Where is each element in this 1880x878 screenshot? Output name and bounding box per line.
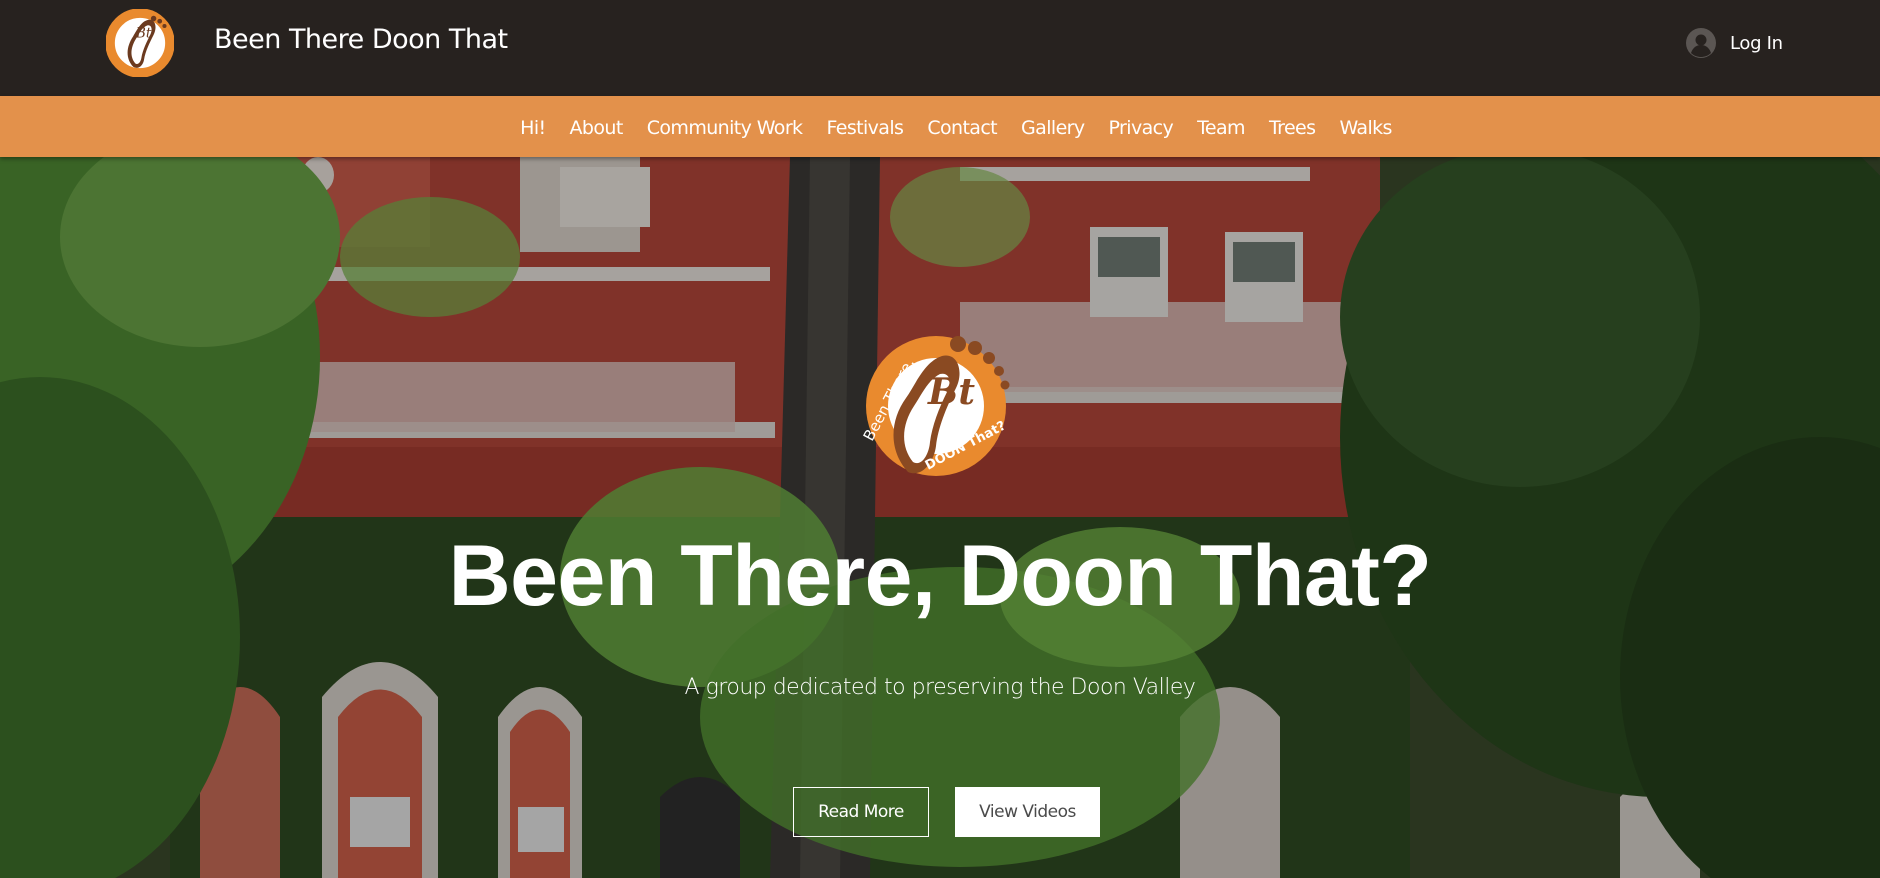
nav-item-team[interactable]: Team [1185, 117, 1257, 139]
footprint-logo-icon[interactable]: Bt [106, 9, 174, 77]
nav-item-festivals[interactable]: Festivals [814, 117, 915, 139]
nav-item-trees[interactable]: Trees [1257, 117, 1328, 139]
view-videos-button[interactable]: View Videos [955, 787, 1100, 837]
hero-section: Bt Been There, DOON That? Been There, Do… [0, 157, 1880, 878]
read-more-button[interactable]: Read More [793, 787, 929, 837]
hero-subtitle: A group dedicated to preserving the Doon… [684, 675, 1196, 700]
main-navigation: Hi! About Community Work Festivals Conta… [0, 96, 1880, 157]
site-title[interactable]: Been There Doon That [214, 24, 508, 55]
logo-monogram: Bt [927, 371, 975, 413]
user-avatar-icon [1686, 28, 1716, 58]
nav-item-gallery[interactable]: Gallery [1009, 117, 1096, 139]
nav-item-contact[interactable]: Contact [915, 117, 1009, 139]
login-button[interactable]: Log In [1686, 26, 1783, 60]
nav-item-community-work[interactable]: Community Work [635, 117, 815, 139]
nav-item-about[interactable]: About [558, 117, 635, 139]
hero-title: Been There, Doon That? [448, 528, 1432, 624]
nav-item-hi[interactable]: Hi! [508, 117, 557, 139]
footprint-logo-icon: Bt Been There, DOON That? [860, 336, 1010, 476]
nav-menu: Hi! About Community Work Festivals Conta… [0, 96, 1880, 157]
hero-overlay [0, 157, 1880, 878]
svg-text:Bt: Bt [135, 26, 152, 42]
nav-item-privacy[interactable]: Privacy [1097, 117, 1186, 139]
nav-item-walks[interactable]: Walks [1327, 117, 1403, 139]
top-header: Bt Been There Doon That Log In [0, 0, 1880, 96]
login-label: Log In [1730, 32, 1783, 54]
